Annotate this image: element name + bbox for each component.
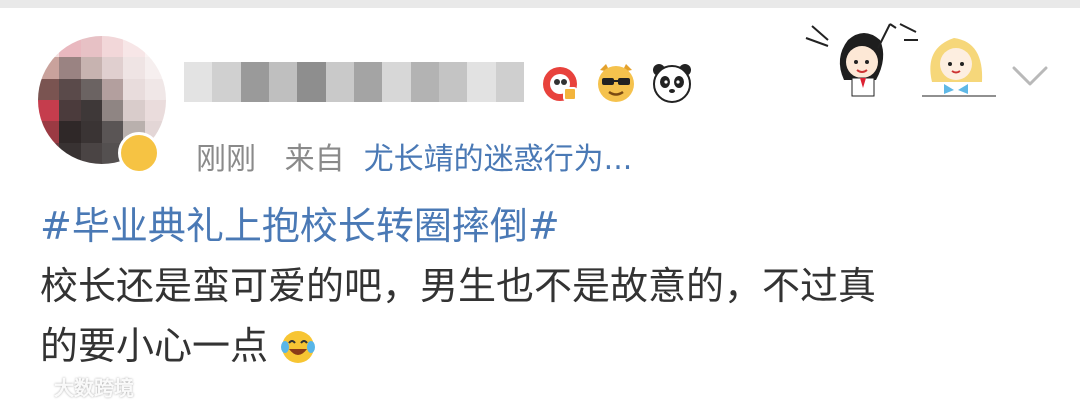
sunglasses-dog-icon	[594, 60, 638, 104]
watermark: 大数跨境	[6, 372, 134, 401]
post-body: #毕业典礼上抱校长转圈摔倒# 校长还是蛮可爱的吧，男生也不是故意的，不过真 的要…	[40, 196, 1040, 382]
chevron-down-icon[interactable]	[1008, 62, 1052, 90]
top-divider	[0, 0, 1080, 8]
watermark-text: 大数跨境	[54, 376, 134, 400]
hashtag-link[interactable]: #毕业典礼上抱校长转圈摔倒#	[40, 204, 560, 248]
user-badges	[538, 60, 694, 104]
weibo-badge-icon	[538, 60, 582, 104]
post-body-line: 的要小心一点	[40, 324, 269, 368]
username-redacted[interactable]	[184, 62, 524, 102]
source-app-link[interactable]: 尤长靖的迷惑行为...	[364, 142, 633, 177]
post-time: 刚刚	[196, 142, 256, 177]
watermark-logo-icon	[6, 372, 48, 401]
vip-badge	[118, 132, 160, 174]
post-body-line: 校长还是蛮可爱的吧，男生也不是故意的，不过真	[40, 264, 877, 308]
weibo-comment-card: 刚刚 来自 尤长靖的迷惑行为... #毕业典礼上抱校长转圈摔倒# 校长还是蛮可爱…	[0, 0, 1080, 408]
card-decoration-cartoon	[804, 18, 1000, 100]
post-meta: 刚刚 来自 尤长靖的迷惑行为...	[196, 134, 632, 178]
source-prefix: 来自	[284, 142, 345, 177]
laughing-crying-emoji-icon	[280, 322, 316, 382]
panda-icon	[650, 60, 694, 104]
